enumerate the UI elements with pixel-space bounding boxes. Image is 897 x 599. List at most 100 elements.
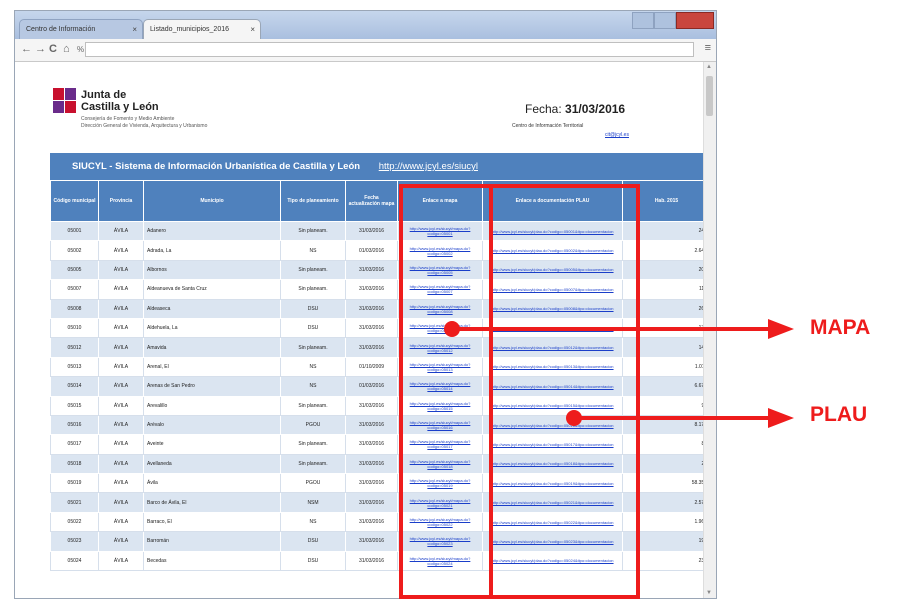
cell-municipio: Barromán	[143, 531, 281, 552]
cell-fecha: 01/10/2009	[345, 356, 398, 378]
mapa-highlight-box	[399, 184, 493, 599]
browser-toolbar: ← → C ⌂ % ≡	[15, 39, 716, 62]
cell-provincia: ÁVILA	[98, 279, 144, 300]
cell-tipo-planeamiento: NS	[280, 240, 346, 261]
tab-centro-informacion[interactable]: Centro de Información ×	[19, 19, 143, 39]
column-header: Provincia	[98, 180, 144, 222]
cell-fecha: 31/03/2016	[345, 453, 398, 475]
date-display: Fecha: 31/03/2016	[525, 102, 625, 116]
cell-tipo-planeamiento: DSU	[280, 550, 346, 572]
cell-municipio: Aldeaseca	[143, 298, 281, 319]
cell-municipio: Aldehuela, La	[143, 317, 281, 339]
table-banner: SIUCYL - Sistema de Información Urbaníst…	[50, 153, 704, 180]
mapa-annotation-label: MAPA	[810, 316, 871, 339]
cell-fecha: 31/03/2016	[345, 492, 398, 513]
cell-codigo: 05019	[50, 473, 99, 494]
cell-tipo-planeamiento: NSM	[280, 492, 346, 513]
cell-tipo-planeamiento: DSU	[280, 317, 346, 339]
cell-provincia: ÁVILA	[98, 298, 144, 319]
cell-tipo-planeamiento: DSU	[280, 531, 346, 552]
home-icon[interactable]: ⌂	[63, 43, 70, 55]
column-header: Municipio	[143, 180, 281, 222]
tab-label: Listado_municipios_2016	[150, 26, 229, 33]
cell-provincia: ÁVILA	[98, 473, 144, 494]
maximize-button[interactable]	[654, 12, 676, 29]
close-icon[interactable]: ×	[132, 20, 137, 39]
cell-municipio: Adrada, La	[143, 240, 281, 261]
department-line1: Consejería de Fomento y Medio Ambiente	[81, 116, 175, 122]
scroll-thumb[interactable]	[706, 76, 713, 116]
cell-fecha: 31/03/2016	[345, 414, 398, 436]
column-header: Código municipal	[50, 180, 99, 222]
cell-fecha: 31/03/2016	[345, 220, 398, 242]
cell-tipo-planeamiento: NS	[280, 356, 346, 378]
mapa-arrow-head-icon	[768, 319, 794, 339]
cell-fecha: 31/03/2016	[345, 434, 398, 455]
close-window-button[interactable]	[676, 12, 714, 29]
cell-municipio: Aldeanueva de Santa Cruz	[143, 279, 281, 300]
cell-provincia: ÁVILA	[98, 531, 144, 552]
cell-codigo: 05021	[50, 492, 99, 513]
cell-codigo: 05017	[50, 434, 99, 455]
cell-municipio: Albornos	[143, 259, 281, 281]
cell-municipio: Arévalo	[143, 414, 281, 436]
cell-municipio: Ávila	[143, 473, 281, 494]
cell-tipo-planeamiento: Sin planeam.	[280, 279, 346, 300]
cell-municipio: Aveinte	[143, 434, 281, 455]
cell-fecha: 31/03/2016	[345, 531, 398, 552]
cell-municipio: Becedas	[143, 550, 281, 572]
back-arrow-icon[interactable]: ←	[21, 43, 32, 55]
cell-codigo: 05014	[50, 376, 99, 397]
address-bar[interactable]	[85, 42, 694, 57]
tab-listado-municipios[interactable]: Listado_municipios_2016 ×	[143, 19, 261, 39]
scroll-down-icon[interactable]: ▼	[706, 590, 712, 596]
column-header: Tipo de planeamiento	[280, 180, 346, 222]
cell-codigo: 05002	[50, 240, 99, 261]
cell-fecha: 31/03/2016	[345, 317, 398, 339]
reload-icon[interactable]: C	[49, 43, 57, 55]
tab-strip: Centro de Información × Listado_municipi…	[15, 11, 716, 39]
cell-municipio: Barco de Ávila, El	[143, 492, 281, 513]
cell-fecha: 31/03/2016	[345, 337, 398, 358]
close-icon[interactable]: ×	[250, 20, 255, 39]
cell-codigo: 05010	[50, 317, 99, 339]
table-title: SIUCYL - Sistema de Información Urbaníst…	[72, 161, 361, 172]
window-controls	[632, 12, 714, 29]
scroll-up-icon[interactable]: ▲	[706, 64, 712, 70]
cell-provincia: ÁVILA	[98, 376, 144, 397]
org-name-line2: Castilla y León	[81, 101, 159, 113]
cell-municipio: Arenal, El	[143, 356, 281, 378]
cell-tipo-planeamiento: Sin planeam.	[280, 337, 346, 358]
forward-arrow-icon[interactable]: →	[35, 43, 46, 55]
cell-fecha: 01/03/2016	[345, 376, 398, 397]
cell-provincia: ÁVILA	[98, 240, 144, 261]
cell-provincia: ÁVILA	[98, 492, 144, 513]
cell-fecha: 01/03/2016	[345, 240, 398, 261]
minimize-button[interactable]	[632, 12, 654, 29]
cell-tipo-planeamiento: Sin planeam.	[280, 395, 346, 416]
cell-municipio: Adanero	[143, 220, 281, 242]
cell-fecha: 31/03/2016	[345, 395, 398, 416]
siucyl-link[interactable]: http://www.jcyl.es/siucyl	[379, 161, 478, 172]
cell-provincia: ÁVILA	[98, 434, 144, 455]
plau-arrow-line	[574, 416, 772, 420]
cell-municipio: Avellaneda	[143, 453, 281, 475]
cell-provincia: ÁVILA	[98, 453, 144, 475]
cell-provincia: ÁVILA	[98, 550, 144, 572]
cell-provincia: ÁVILA	[98, 317, 144, 339]
cell-provincia: ÁVILA	[98, 220, 144, 242]
cell-provincia: ÁVILA	[98, 414, 144, 436]
cell-codigo: 05018	[50, 453, 99, 475]
cell-codigo: 05015	[50, 395, 99, 416]
tab-label: Centro de Información	[26, 26, 96, 33]
centro-informacion: Centro de Información Territorial	[512, 123, 584, 129]
cell-tipo-planeamiento: Sin planeam.	[280, 453, 346, 475]
cell-tipo-planeamiento: Sin planeam.	[280, 434, 346, 455]
contact-email-link[interactable]: cit@jcyl.es	[605, 132, 629, 138]
cell-codigo: 05013	[50, 356, 99, 378]
menu-icon[interactable]: ≡	[705, 42, 711, 54]
cell-tipo-planeamiento: NS	[280, 376, 346, 397]
cell-fecha: 31/03/2016	[345, 279, 398, 300]
cell-provincia: ÁVILA	[98, 356, 144, 378]
junta-logo	[53, 88, 77, 114]
